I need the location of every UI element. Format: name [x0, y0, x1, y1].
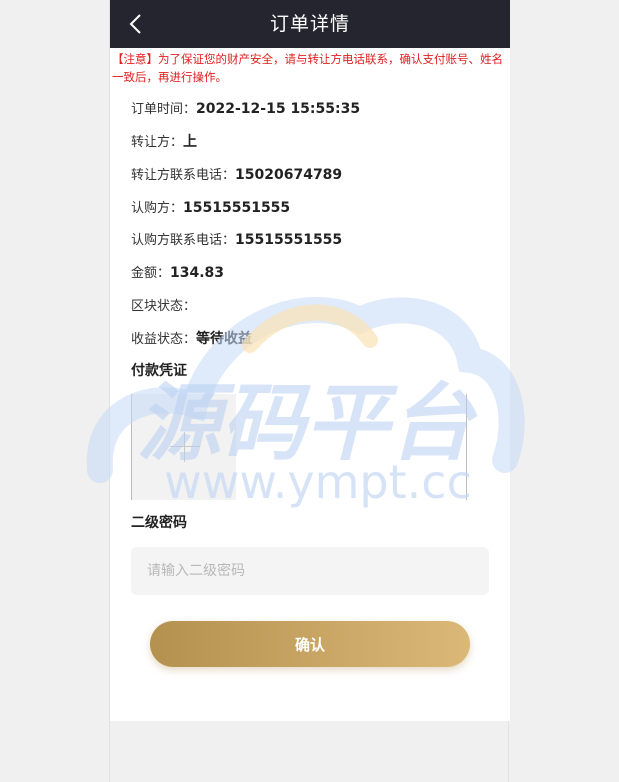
- income-status-row: 收益状态：等待收益: [131, 327, 252, 351]
- voucher-title: 付款凭证: [131, 363, 187, 379]
- safety-notice: 【注意】为了保证您的财产安全，请与转让方电话联系，确认支付账号、姓名一致后，再进…: [110, 48, 510, 88]
- confirm-button[interactable]: 确认: [150, 621, 470, 667]
- order-time-row: 订单时间：2022-12-15 15:55:35: [131, 97, 360, 121]
- secondary-password-input[interactable]: [131, 547, 489, 595]
- transferor-value: 上: [183, 134, 198, 150]
- transferor-row: 转让方：上: [131, 130, 197, 154]
- income-status-label: 收益状态：: [131, 332, 197, 347]
- subscriber-phone-label: 认购方联系电话：: [131, 233, 236, 248]
- order-time-label: 订单时间：: [131, 102, 197, 117]
- amount-row: 金额：134.83: [131, 261, 224, 285]
- password-title: 二级密码: [131, 515, 187, 531]
- subscriber-value: 15515551555: [183, 200, 291, 216]
- subscriber-label: 认购方：: [131, 201, 184, 216]
- block-status-label: 区块状态：: [131, 299, 197, 314]
- plus-icon: [170, 446, 200, 447]
- payment-voucher-area: [131, 394, 467, 502]
- page-title: 订单详情: [269, 13, 350, 35]
- amount-value: 134.83: [170, 265, 225, 281]
- order-detail-content: 订单时间：2022-12-15 15:55:35 转让方：上 转让方联系电话：1…: [110, 88, 510, 721]
- income-status-value: 等待收益: [196, 331, 253, 347]
- transferor-phone-row: 转让方联系电话：15020674789: [131, 163, 342, 187]
- order-time-value: 2022-12-15 15:55:35: [196, 101, 361, 117]
- phone-page: 订单详情 【注意】为了保证您的财产安全，请与转让方电话联系，确认支付账号、姓名一…: [109, 0, 510, 782]
- transferor-phone-label: 转让方联系电话：: [131, 168, 236, 183]
- header-bar: 订单详情: [110, 0, 510, 48]
- plus-icon-vertical: [184, 432, 185, 462]
- voucher-right-border: [466, 394, 467, 500]
- subscriber-phone-value: 15515551555: [235, 232, 343, 248]
- subscriber-phone-row: 认购方联系电话：15515551555: [131, 228, 342, 252]
- transferor-label: 转让方：: [131, 135, 184, 150]
- voucher-upload-box[interactable]: [132, 394, 236, 500]
- transferor-phone-value: 15020674789: [235, 167, 343, 183]
- subscriber-row: 认购方：15515551555: [131, 196, 290, 220]
- block-status-row: 区块状态：: [131, 294, 196, 318]
- amount-label: 金额：: [131, 266, 171, 281]
